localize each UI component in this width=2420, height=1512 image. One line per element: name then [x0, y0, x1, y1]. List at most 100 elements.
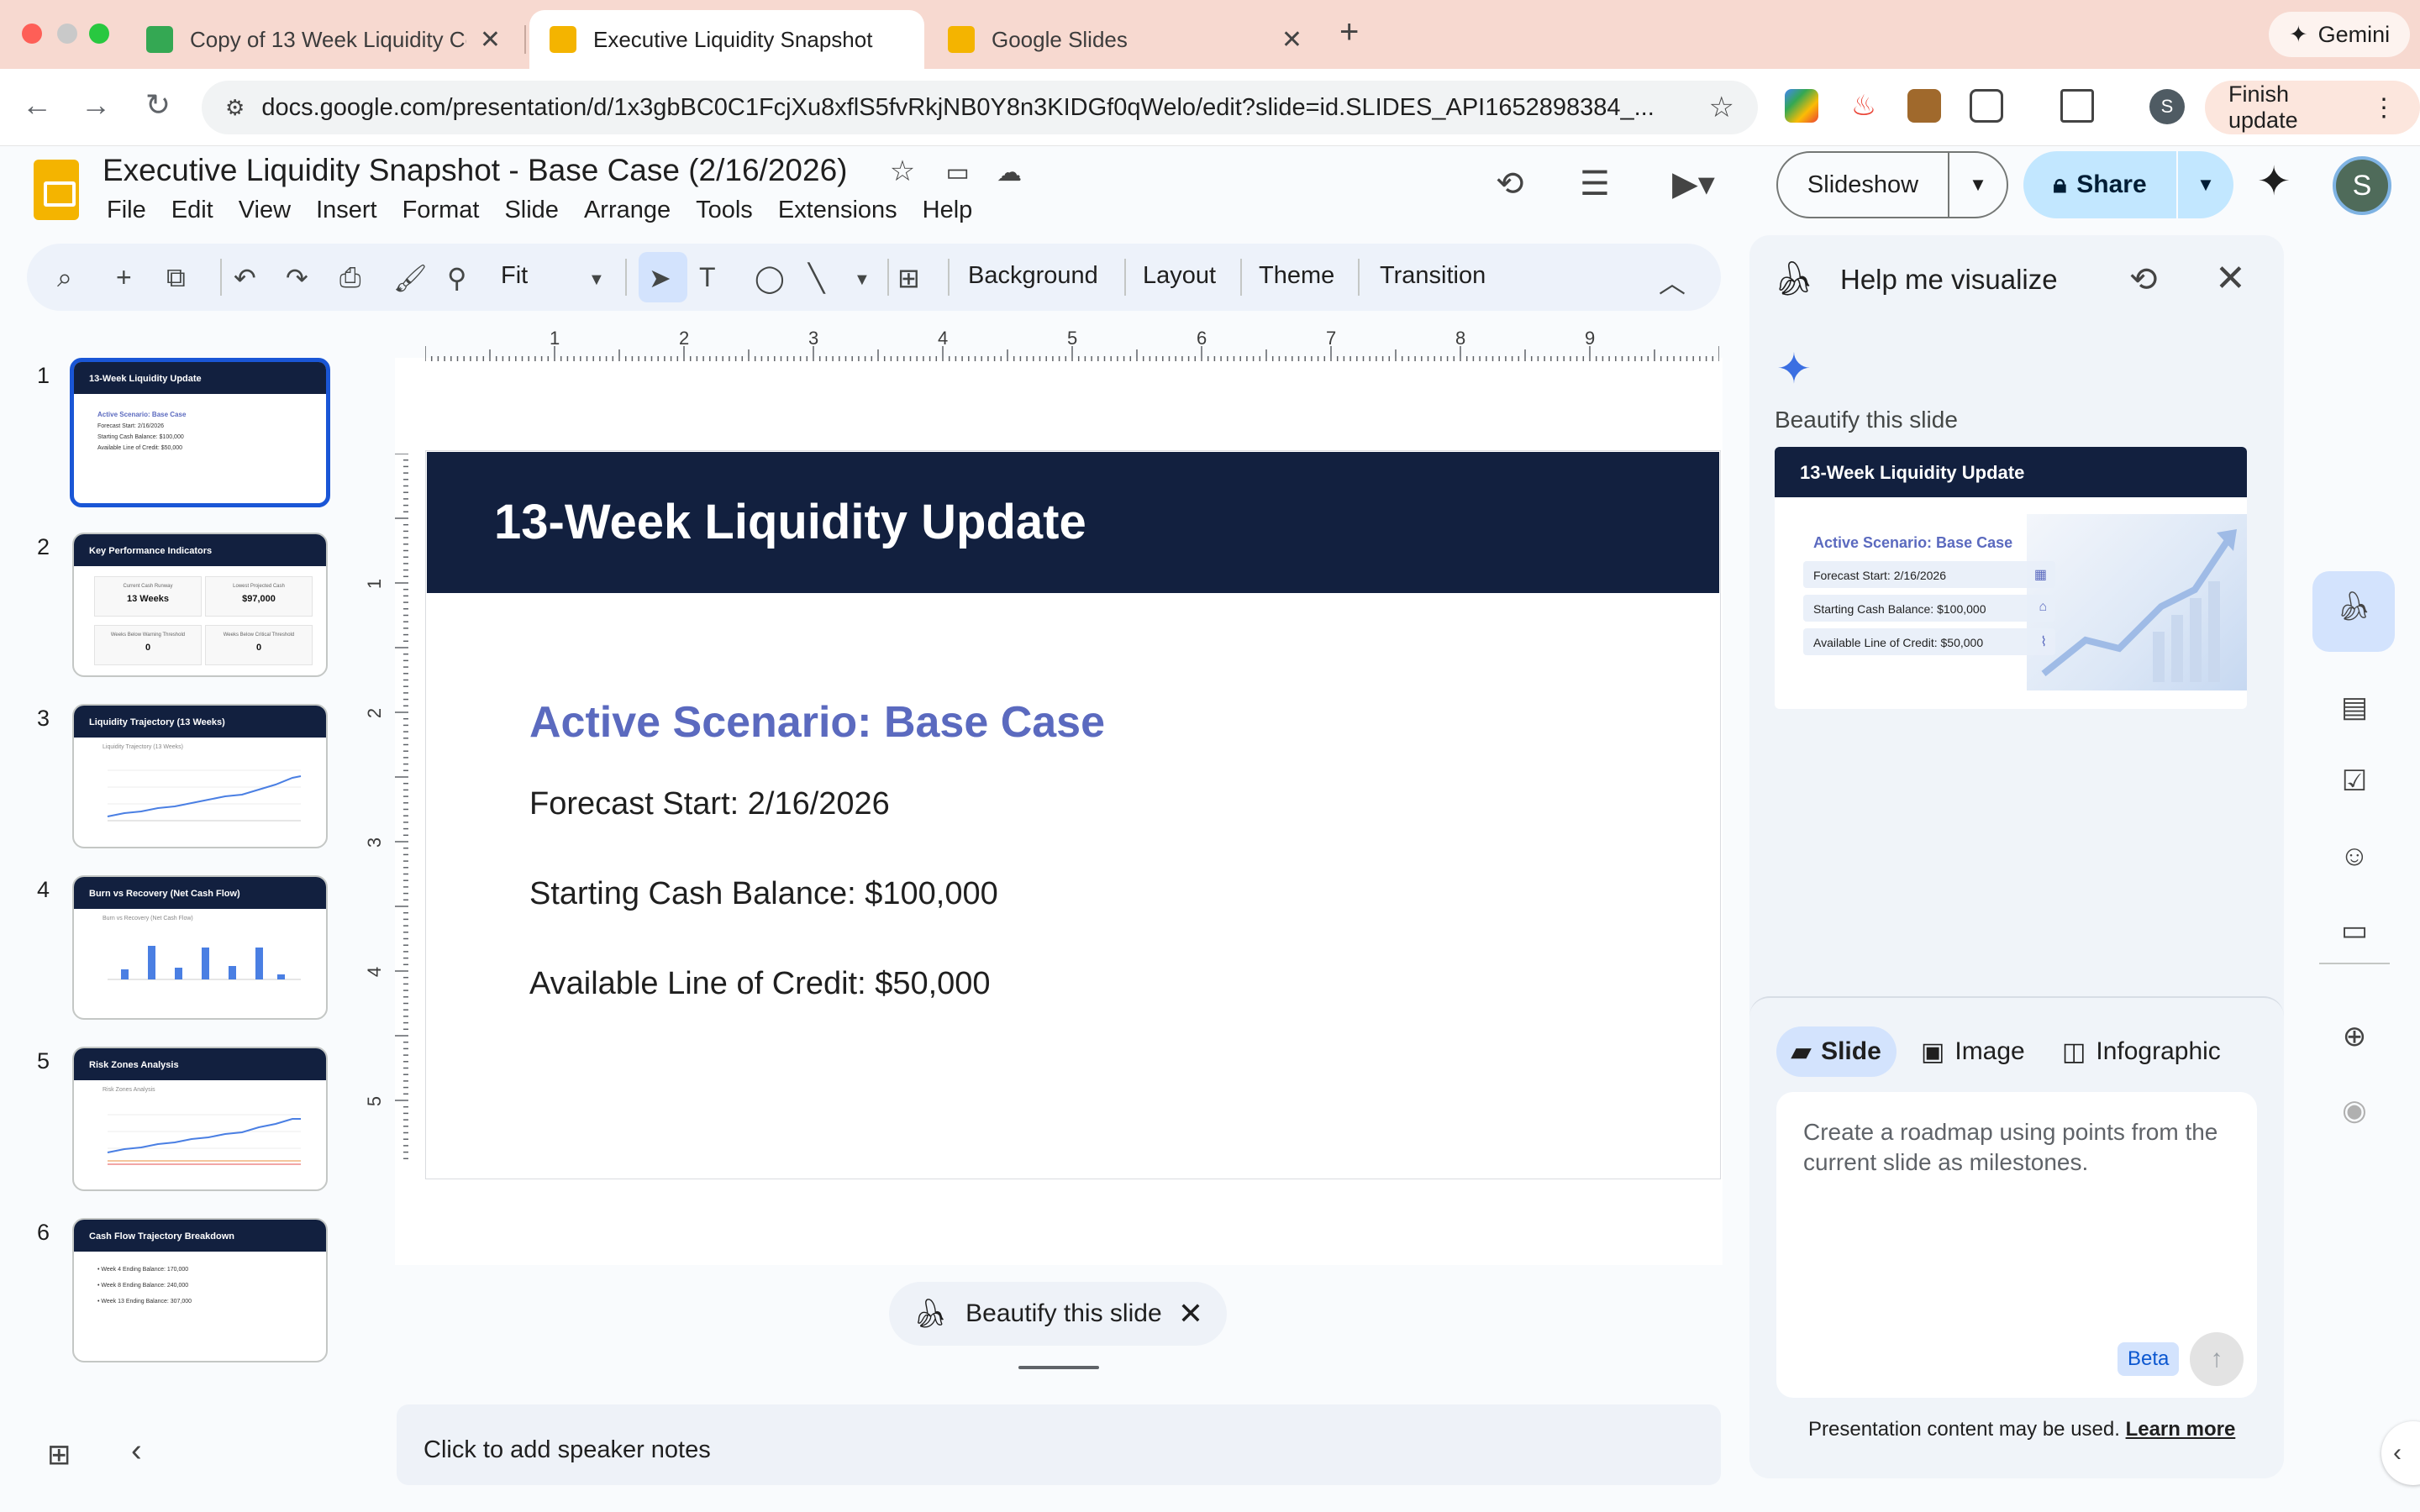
speaker-notes[interactable]: Click to add speaker notes — [397, 1404, 1721, 1485]
slide-thumbnail-5[interactable]: Risk Zones Analysis Risk Zones Analysis — [72, 1047, 328, 1191]
move-folder-icon[interactable]: ▭ — [946, 159, 970, 186]
grid-view-icon[interactable]: ⊞ — [47, 1438, 71, 1472]
collapse-toolbar-chevron-icon[interactable]: ︿ — [1659, 262, 1686, 301]
theme-button[interactable]: Theme — [1259, 262, 1334, 290]
print-icon[interactable]: ⎙ — [339, 262, 361, 294]
window-close-button[interactable] — [22, 24, 42, 44]
extension-wallet-icon[interactable] — [1907, 89, 1941, 123]
account-avatar[interactable]: S — [2333, 156, 2391, 215]
browser-tab-google-slides[interactable]: Google Slides ✕ — [928, 10, 1323, 69]
beautified-slide-preview[interactable]: 13-Week Liquidity Update Active Scenario… — [1775, 447, 2247, 709]
cloud-saved-icon[interactable]: ☁ — [997, 159, 1022, 186]
banana-visualize-icon[interactable]: 🍌︎ — [2334, 590, 2375, 623]
keep-notes-icon[interactable]: ▤ — [2334, 690, 2375, 724]
beautify-slide-chip[interactable]: 🍌︎ Beautify this slide ✕ — [889, 1282, 1227, 1346]
close-icon[interactable]: ✕ — [1178, 1296, 1203, 1331]
mode-infographic-button[interactable]: ◫ Infographic — [2047, 1026, 2236, 1077]
menu-arrange[interactable]: Arrange — [571, 197, 683, 224]
close-tab-icon[interactable]: ✕ — [480, 25, 501, 55]
tasks-icon[interactable]: ☑ — [2334, 764, 2375, 798]
version-history-icon[interactable]: ⟲ — [1496, 165, 1524, 203]
shape-icon[interactable]: ◯ — [755, 262, 785, 294]
slide-thumbnail-4[interactable]: Burn vs Recovery (Net Cash Flow) Burn vs… — [72, 875, 328, 1020]
menu-view[interactable]: View — [226, 197, 303, 224]
share-button[interactable]: 🔒︎ Share ▼ — [2023, 151, 2233, 218]
bookmark-star-icon[interactable]: ☆ — [1709, 91, 1734, 124]
browser-tab-sheets-copy[interactable]: Copy of 13 Week Liquidity Co ✕ — [126, 10, 521, 69]
line-icon[interactable]: ╲ — [808, 262, 824, 294]
drive-folder-icon[interactable]: ▭ — [2334, 914, 2375, 948]
back-arrow-icon[interactable]: ← — [17, 87, 57, 123]
collapse-filmstrip-chevron-icon[interactable]: ‹ — [131, 1433, 142, 1469]
new-slide-icon[interactable]: + — [116, 262, 132, 293]
menu-slide[interactable]: Slide — [492, 197, 571, 224]
slide-thumbnail-3[interactable]: Liquidity Trajectory (13 Weeks) Liquidit… — [72, 704, 328, 848]
share-dropdown-icon[interactable]: ▼ — [2178, 174, 2233, 196]
collapse-side-panel-icon[interactable]: ‹ — [2381, 1421, 2420, 1485]
zoom-select[interactable]: Fit — [501, 262, 528, 290]
vertical-ruler[interactable] — [383, 454, 408, 1159]
notes-resize-handle[interactable] — [1018, 1366, 1099, 1369]
menu-edit[interactable]: Edit — [159, 197, 226, 224]
comments-icon[interactable]: ☰ — [1580, 165, 1610, 203]
redo-icon[interactable]: ↷ — [286, 262, 308, 294]
send-arrow-icon[interactable]: ↑ — [2190, 1332, 2244, 1386]
slide-thumbnail-6[interactable]: Cash Flow Trajectory Breakdown • Week 4 … — [72, 1218, 328, 1362]
close-panel-icon[interactable]: ✕ — [2215, 257, 2246, 300]
new-slide-layout-icon[interactable]: ⧉ — [166, 262, 186, 294]
slide-forecast-start[interactable]: Forecast Start: 2/16/2026 — [529, 786, 890, 822]
new-tab-button[interactable]: + — [1339, 13, 1359, 51]
gemini-button[interactable]: ✦ Gemini — [2269, 12, 2411, 57]
browser-tab-executive-liquidity[interactable]: Executive Liquidity Snapshot — [529, 10, 924, 69]
contacts-icon[interactable]: ☺ — [2334, 840, 2375, 873]
menu-extensions[interactable]: Extensions — [765, 197, 910, 224]
menu-format[interactable]: Format — [390, 197, 492, 224]
reload-icon[interactable]: ↻ — [138, 87, 178, 123]
slide-thumbnail-2[interactable]: Key Performance Indicators Current Cash … — [72, 533, 328, 677]
select-cursor-icon[interactable]: ➤ — [649, 262, 671, 294]
menu-insert[interactable]: Insert — [303, 197, 390, 224]
close-tab-icon[interactable]: ✕ — [1281, 25, 1302, 55]
history-icon[interactable]: ⟲ — [2129, 260, 2158, 299]
extensions-puzzle-icon[interactable] — [1970, 89, 2003, 123]
search-menus-icon[interactable]: ⌕ — [57, 262, 72, 294]
add-ons-icon[interactable]: ⊕ — [2334, 1020, 2375, 1053]
line-dropdown-icon[interactable]: ▼ — [854, 270, 871, 290]
record-icon[interactable]: ◉ — [2334, 1094, 2375, 1127]
slideshow-button[interactable]: Slideshow ▼ — [1776, 151, 2008, 218]
slide-thumbnail-1[interactable]: 13-Week Liquidity Update Active Scenario… — [70, 358, 330, 507]
menu-tools[interactable]: Tools — [683, 197, 765, 224]
browser-profile-avatar[interactable]: S — [2149, 89, 2185, 124]
finish-update-button[interactable]: Finish update ⋮ — [2205, 81, 2420, 134]
zoom-dropdown-icon[interactable]: ▼ — [588, 270, 605, 290]
layout-button[interactable]: Layout — [1143, 262, 1216, 290]
undo-icon[interactable]: ↶ — [234, 262, 256, 294]
slide-starting-cash[interactable]: Starting Cash Balance: $100,000 — [529, 876, 998, 912]
star-icon[interactable]: ☆ — [890, 155, 915, 187]
prompt-input[interactable]: Create a roadmap using points from the c… — [1776, 1092, 2257, 1398]
learn-more-link[interactable]: Learn more — [2126, 1418, 2236, 1441]
mode-slide-button[interactable]: ▰ Slide — [1776, 1026, 1897, 1077]
window-zoom-button[interactable] — [89, 24, 109, 44]
gemini-spark-icon[interactable]: ✦ — [2257, 158, 2291, 205]
address-bar[interactable]: ⚙ docs.google.com/presentation/d/1x3gbBC… — [202, 81, 1758, 134]
transition-button[interactable]: Transition — [1380, 262, 1486, 290]
site-settings-icon[interactable]: ⚙ — [225, 95, 245, 121]
forward-arrow-icon[interactable]: → — [76, 87, 116, 123]
tab-search-icon[interactable] — [2060, 89, 2094, 123]
window-minimize-button[interactable] — [57, 24, 77, 44]
slideshow-dropdown-icon[interactable]: ▼ — [1949, 174, 2007, 196]
text-box-icon[interactable]: T — [699, 262, 716, 293]
add-comment-icon[interactable]: ⊞ — [897, 262, 920, 294]
menu-file[interactable]: File — [94, 197, 159, 224]
zoom-icon[interactable]: ⚲ — [447, 262, 466, 294]
extension-flame-icon[interactable]: ♨ — [1847, 89, 1881, 123]
background-button[interactable]: Background — [968, 262, 1098, 290]
menu-help[interactable]: Help — [910, 197, 986, 224]
document-title[interactable]: Executive Liquidity Snapshot - Base Case… — [103, 153, 1022, 188]
extension-maps-icon[interactable] — [1785, 89, 1818, 123]
slide-line-of-credit[interactable]: Available Line of Credit: $50,000 — [529, 966, 991, 1002]
slides-logo[interactable] — [34, 160, 79, 220]
meet-camera-icon[interactable]: ▶▾ — [1672, 165, 1715, 203]
slide-title[interactable]: 13-Week Liquidity Update — [494, 494, 1086, 550]
